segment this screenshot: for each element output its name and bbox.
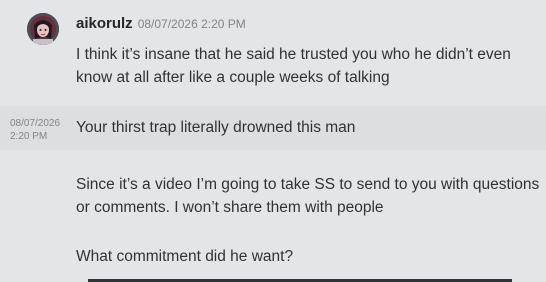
username[interactable]: aikorulz <box>76 15 133 32</box>
message-header: aikorulz 08/07/2026 2:20 PM <box>76 15 246 33</box>
hover-timestamp-time: 2:20 PM <box>10 131 48 142</box>
message-text: What commitment did he want? <box>76 248 294 265</box>
hover-timestamp: 08/07/2026 2:20 PM <box>10 117 70 143</box>
message-text: I think it’s insane that he said he trus… <box>76 46 511 86</box>
chat-message-list: aikorulz 08/07/2026 2:20 PM I think it’s … <box>0 0 546 282</box>
hover-timestamp-date: 08/07/2026 <box>10 118 61 129</box>
message-text: Since it’s a video I’m going to take SS … <box>76 176 540 216</box>
message-timestamp: 08/07/2026 2:20 PM <box>137 17 246 31</box>
message-text: Your thirst trap literally drowned this … <box>76 119 356 136</box>
avatar-image <box>27 13 59 45</box>
user-avatar-icon[interactable] <box>27 13 59 45</box>
